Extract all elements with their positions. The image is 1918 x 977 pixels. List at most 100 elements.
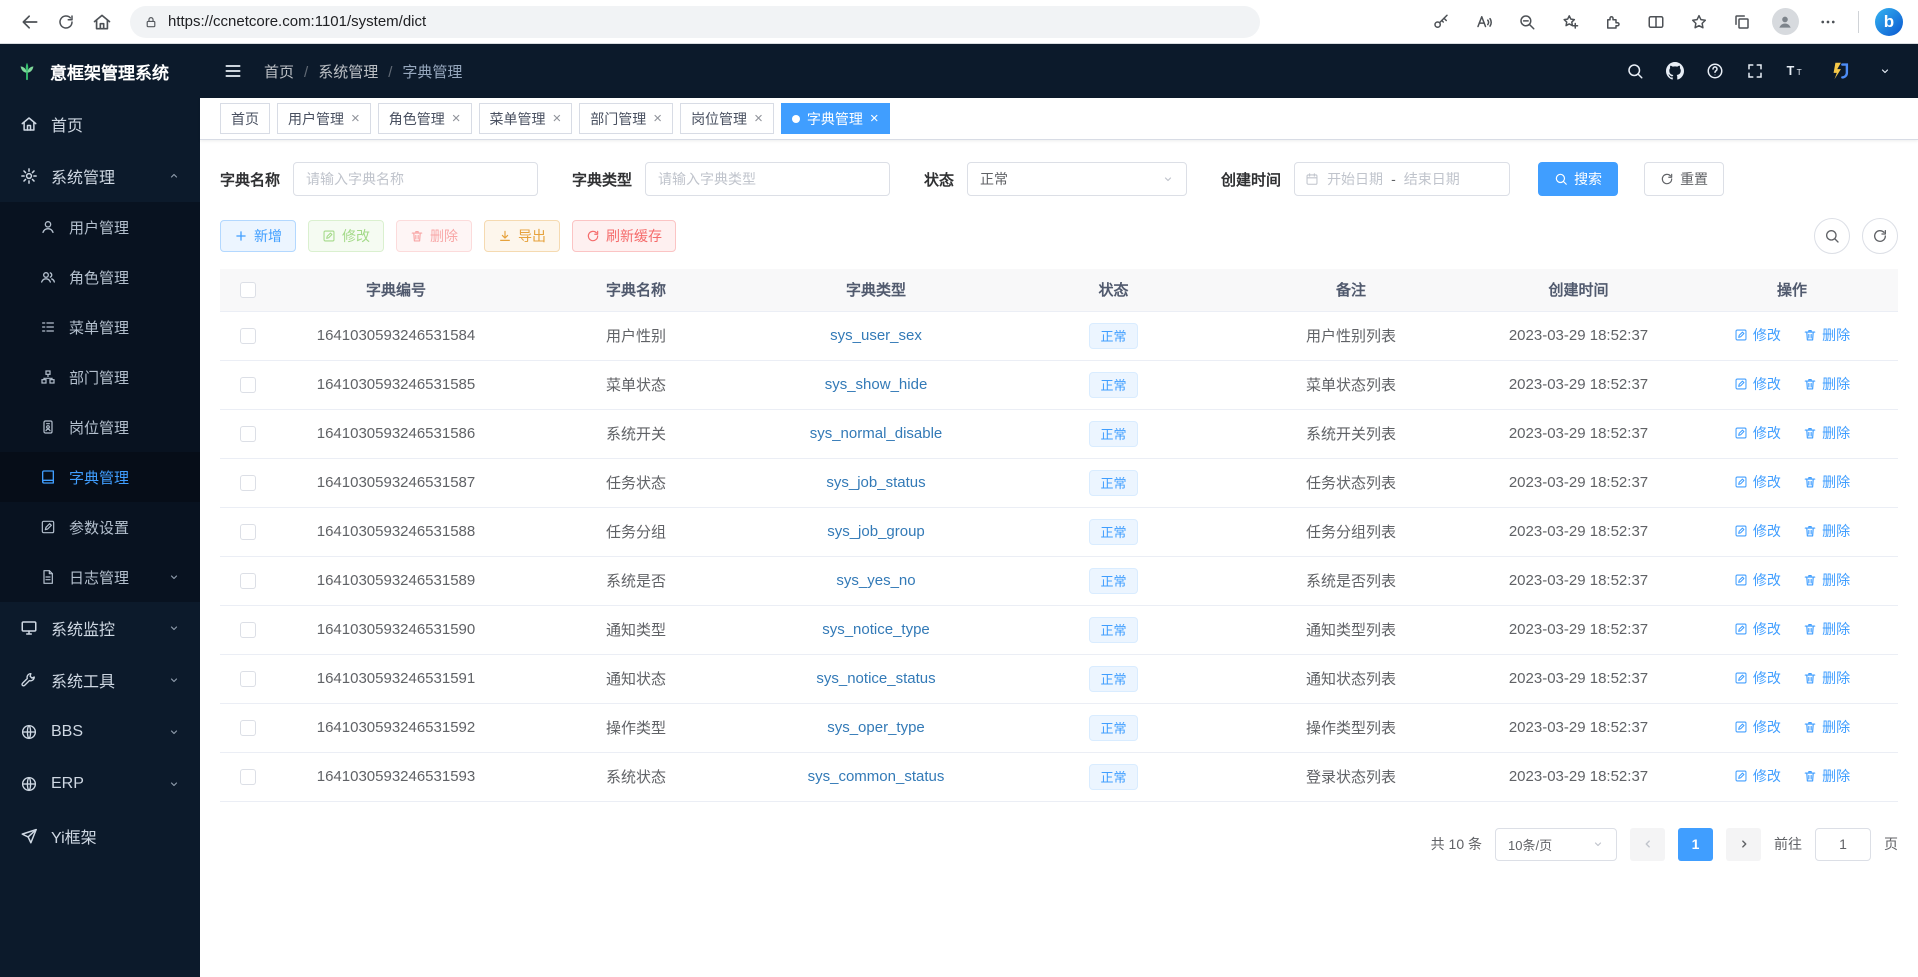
row-edit-link[interactable]: 修改 xyxy=(1734,423,1781,443)
row-delete-link[interactable]: 删除 xyxy=(1803,521,1850,541)
profile-avatar[interactable] xyxy=(1768,5,1802,39)
extensions-icon[interactable] xyxy=(1596,5,1630,39)
tab-user[interactable]: 用户管理× xyxy=(277,103,371,134)
user-avatar-logo[interactable] xyxy=(1824,55,1856,87)
favorites-icon[interactable] xyxy=(1682,5,1716,39)
tab-dept[interactable]: 部门管理× xyxy=(579,103,673,134)
browser-back-button[interactable] xyxy=(12,5,48,39)
password-key-icon[interactable] xyxy=(1424,5,1458,39)
row-edit-link[interactable]: 修改 xyxy=(1734,619,1781,639)
tab-post[interactable]: 岗位管理× xyxy=(680,103,774,134)
help-icon[interactable] xyxy=(1704,60,1726,82)
reset-button[interactable]: 重置 xyxy=(1644,162,1724,196)
font-size-icon[interactable] xyxy=(1784,60,1806,82)
page-number-1[interactable]: 1 xyxy=(1678,828,1713,861)
search-button[interactable]: 搜索 xyxy=(1538,162,1618,196)
date-range-picker[interactable]: 开始日期 - 结束日期 xyxy=(1294,162,1510,196)
url-input[interactable] xyxy=(168,13,1246,30)
row-delete-link[interactable]: 删除 xyxy=(1803,668,1850,688)
dict-type-link[interactable]: sys_normal_disable xyxy=(810,425,943,442)
sidebar-item-home[interactable]: 首页 xyxy=(0,98,200,150)
sidebar-item-yi[interactable]: Yi框架 xyxy=(0,810,200,862)
row-checkbox[interactable] xyxy=(240,426,256,442)
dict-name-input[interactable] xyxy=(293,162,538,196)
row-checkbox[interactable] xyxy=(240,377,256,393)
add-button[interactable]: 新增 xyxy=(220,220,296,252)
sidebar-item-config[interactable]: 参数设置 xyxy=(0,502,200,552)
row-delete-link[interactable]: 删除 xyxy=(1803,374,1850,394)
row-edit-link[interactable]: 修改 xyxy=(1734,472,1781,492)
delete-button[interactable]: 删除 xyxy=(396,220,472,252)
user-dropdown-caret-icon[interactable] xyxy=(1874,60,1896,82)
tab-close-icon[interactable]: × xyxy=(553,111,562,126)
read-aloud-icon[interactable] xyxy=(1467,5,1501,39)
breadcrumb-system[interactable]: 系统管理 xyxy=(294,61,378,82)
row-delete-link[interactable]: 删除 xyxy=(1803,717,1850,737)
row-checkbox[interactable] xyxy=(240,671,256,687)
toggle-search-button[interactable] xyxy=(1814,218,1850,254)
row-checkbox[interactable] xyxy=(240,720,256,736)
browser-refresh-button[interactable] xyxy=(48,5,84,39)
tab-home[interactable]: 首页 xyxy=(220,103,270,134)
address-bar[interactable] xyxy=(130,6,1260,38)
tab-role[interactable]: 角色管理× xyxy=(378,103,472,134)
breadcrumb-home[interactable]: 首页 xyxy=(264,61,294,82)
tab-dict-active[interactable]: 字典管理× xyxy=(781,103,890,134)
tab-menu[interactable]: 菜单管理× xyxy=(479,103,573,134)
row-checkbox[interactable] xyxy=(240,524,256,540)
row-edit-link[interactable]: 修改 xyxy=(1734,325,1781,345)
tab-close-icon[interactable]: × xyxy=(754,111,763,126)
export-button[interactable]: 导出 xyxy=(484,220,560,252)
select-all-checkbox[interactable] xyxy=(240,282,256,298)
sidebar-item-role[interactable]: 角色管理 xyxy=(0,252,200,302)
browser-more-options[interactable] xyxy=(1811,5,1845,39)
add-favorite-icon[interactable] xyxy=(1553,5,1587,39)
dict-type-link[interactable]: sys_user_sex xyxy=(830,327,922,344)
prev-page-button[interactable] xyxy=(1630,828,1665,861)
sidebar-item-user[interactable]: 用户管理 xyxy=(0,202,200,252)
row-edit-link[interactable]: 修改 xyxy=(1734,668,1781,688)
browser-home-button[interactable] xyxy=(84,5,120,39)
row-checkbox[interactable] xyxy=(240,769,256,785)
sidebar-item-monitor[interactable]: 系统监控 xyxy=(0,602,200,654)
tab-close-icon[interactable]: × xyxy=(653,111,662,126)
refresh-table-button[interactable] xyxy=(1862,218,1898,254)
sidebar-item-system[interactable]: 系统管理 xyxy=(0,150,200,202)
row-delete-link[interactable]: 删除 xyxy=(1803,619,1850,639)
row-edit-link[interactable]: 修改 xyxy=(1734,374,1781,394)
sidebar-item-tool[interactable]: 系统工具 xyxy=(0,654,200,706)
github-icon[interactable] xyxy=(1664,60,1686,82)
fullscreen-icon[interactable] xyxy=(1744,60,1766,82)
sidebar-item-post[interactable]: 岗位管理 xyxy=(0,402,200,452)
dict-type-link[interactable]: sys_notice_type xyxy=(822,621,930,638)
next-page-button[interactable] xyxy=(1726,828,1761,861)
tab-close-icon[interactable]: × xyxy=(452,111,461,126)
row-checkbox[interactable] xyxy=(240,573,256,589)
row-edit-link[interactable]: 修改 xyxy=(1734,766,1781,786)
split-screen-icon[interactable] xyxy=(1639,5,1673,39)
sidebar-item-bbs[interactable]: BBS xyxy=(0,706,200,758)
row-delete-link[interactable]: 删除 xyxy=(1803,472,1850,492)
row-delete-link[interactable]: 删除 xyxy=(1803,766,1850,786)
sidebar-item-erp[interactable]: ERP xyxy=(0,758,200,810)
dict-type-link[interactable]: sys_show_hide xyxy=(825,376,928,393)
dict-type-link[interactable]: sys_notice_status xyxy=(816,670,935,687)
zoom-icon[interactable] xyxy=(1510,5,1544,39)
row-checkbox[interactable] xyxy=(240,475,256,491)
status-select[interactable]: 正常 xyxy=(967,162,1187,196)
dict-type-link[interactable]: sys_oper_type xyxy=(827,719,925,736)
tab-close-icon[interactable]: × xyxy=(870,111,879,126)
row-delete-link[interactable]: 删除 xyxy=(1803,570,1850,590)
sidebar-item-menu[interactable]: 菜单管理 xyxy=(0,302,200,352)
refresh-cache-button[interactable]: 刷新缓存 xyxy=(572,220,676,252)
dict-type-link[interactable]: sys_common_status xyxy=(808,768,945,785)
tab-close-icon[interactable]: × xyxy=(351,111,360,126)
row-edit-link[interactable]: 修改 xyxy=(1734,570,1781,590)
dict-type-link[interactable]: sys_job_group xyxy=(827,523,925,540)
dict-type-input[interactable] xyxy=(645,162,890,196)
hamburger-icon[interactable] xyxy=(222,60,244,82)
collections-icon[interactable] xyxy=(1725,5,1759,39)
goto-page-input[interactable] xyxy=(1815,828,1871,861)
edit-button[interactable]: 修改 xyxy=(308,220,384,252)
row-checkbox[interactable] xyxy=(240,328,256,344)
